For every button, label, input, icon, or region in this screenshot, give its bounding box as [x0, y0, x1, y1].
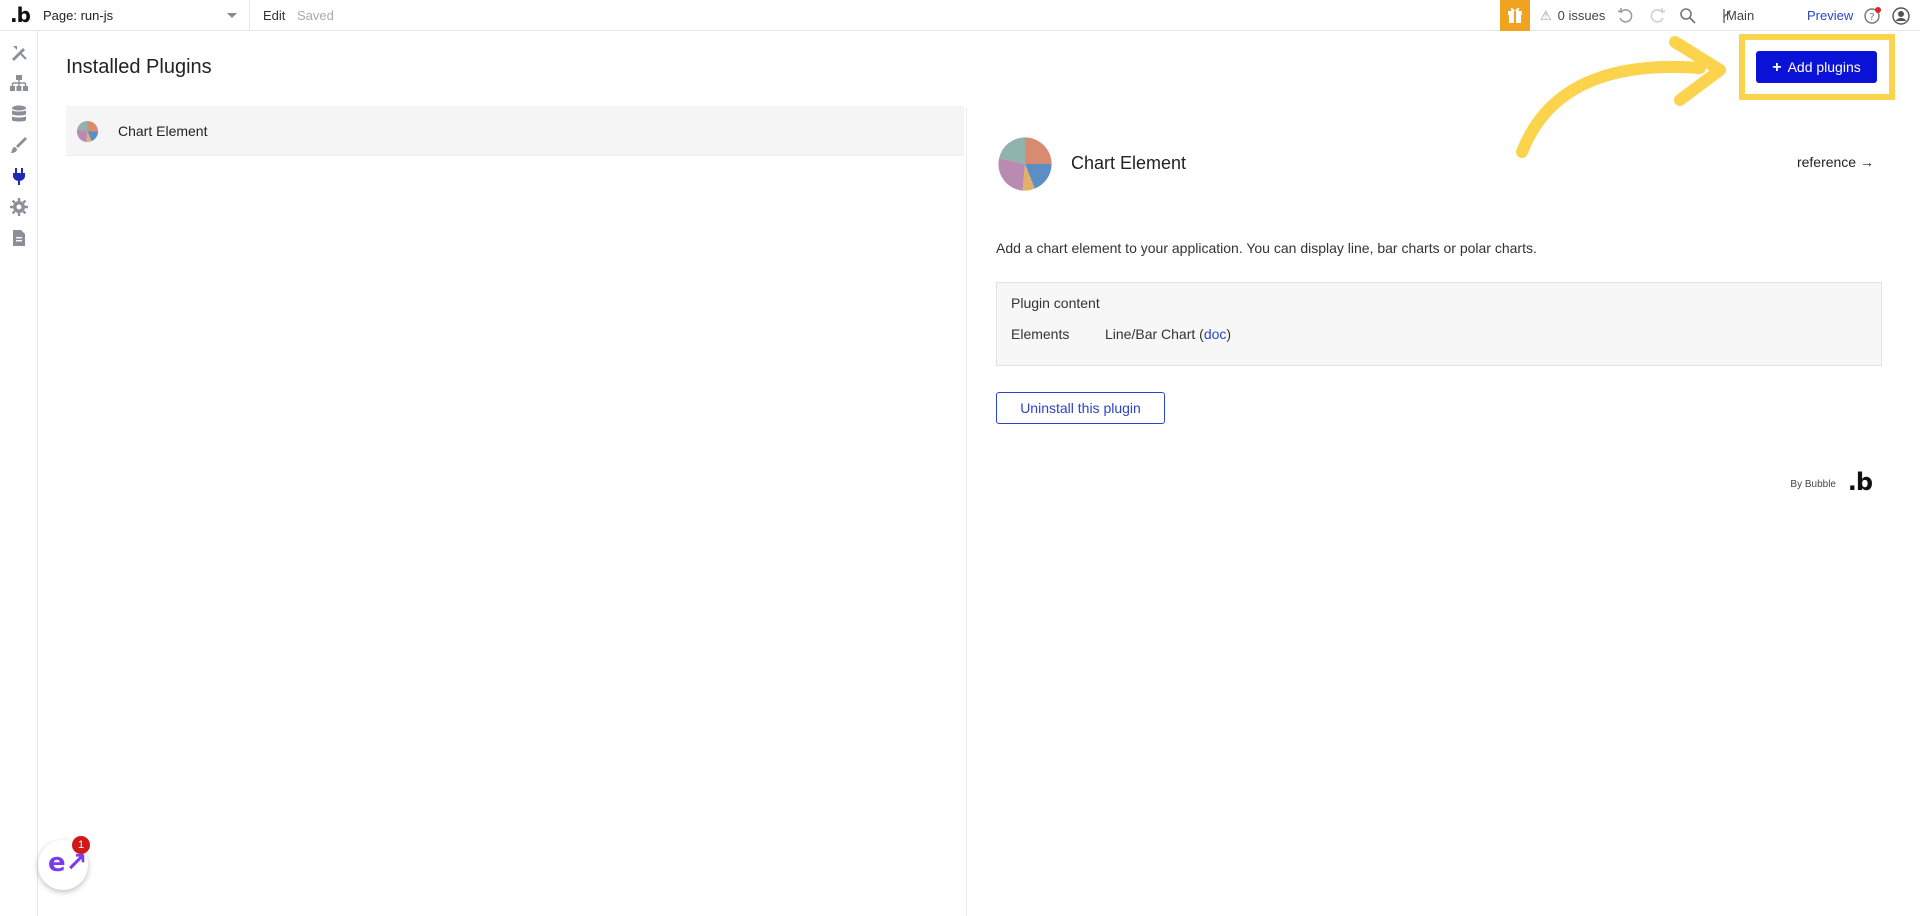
extension-launcher[interactable]: e↗ 1 [38, 836, 90, 890]
left-sidebar [0, 31, 38, 916]
chevron-down-icon [227, 13, 237, 18]
installed-plugins-list: Chart Element [66, 106, 964, 156]
help-icon[interactable]: ? [1862, 6, 1882, 26]
panel-divider [966, 108, 967, 916]
edit-menu[interactable]: Edit [263, 0, 285, 31]
add-plugins-button[interactable]: + Add plugins [1756, 51, 1877, 83]
add-plugins-label: Add plugins [1787, 59, 1861, 75]
elements-value: Line/Bar Chart (doc) [1105, 326, 1231, 342]
plugin-content-box: Plugin content Elements Line/Bar Chart (… [996, 282, 1882, 366]
page-title: Installed Plugins [66, 56, 212, 78]
chart-plugin-logo-icon [998, 137, 1052, 191]
bubble-vendor-logo: .b [1847, 468, 1873, 496]
reference-link[interactable]: reference → [1797, 154, 1874, 170]
by-bubble-label: By Bubble [1790, 479, 1836, 490]
plus-icon: + [1772, 59, 1782, 76]
plugin-content-heading: Plugin content [1011, 295, 1100, 311]
logs-icon[interactable] [8, 227, 30, 249]
chart-plugin-icon [76, 120, 99, 143]
uninstall-plugin-button[interactable]: Uninstall this plugin [996, 392, 1165, 424]
account-icon[interactable] [1891, 6, 1911, 26]
tutorial-arrow-icon [1516, 36, 1726, 158]
design-icon[interactable] [8, 41, 30, 63]
styles-icon[interactable] [8, 134, 30, 156]
settings-icon[interactable] [8, 196, 30, 218]
svg-text:?: ? [1869, 12, 1874, 23]
page-selector-label: Page: run-js [43, 8, 114, 23]
doc-link[interactable]: doc [1204, 326, 1227, 342]
notification-badge: 1 [72, 836, 90, 854]
preview-link[interactable]: Preview [1807, 0, 1853, 31]
plugins-icon[interactable] [8, 165, 30, 187]
plugin-list-item[interactable]: Chart Element [66, 106, 964, 156]
data-icon[interactable] [8, 103, 30, 125]
plugin-detail-title: Chart Element [1071, 153, 1187, 173]
workflow-icon[interactable] [8, 72, 30, 94]
elements-value-text: Line/Bar Chart ( [1105, 326, 1204, 342]
page-selector[interactable]: Page: run-js [36, 0, 250, 31]
elements-label: Elements [1011, 326, 1070, 342]
elements-value-close: ) [1226, 326, 1232, 342]
bubble-logo[interactable]: .b [10, 3, 31, 27]
plugin-name: Chart Element [118, 123, 208, 139]
plugin-description: Add a chart element to your application.… [996, 240, 1537, 256]
save-status: Saved [297, 8, 334, 23]
